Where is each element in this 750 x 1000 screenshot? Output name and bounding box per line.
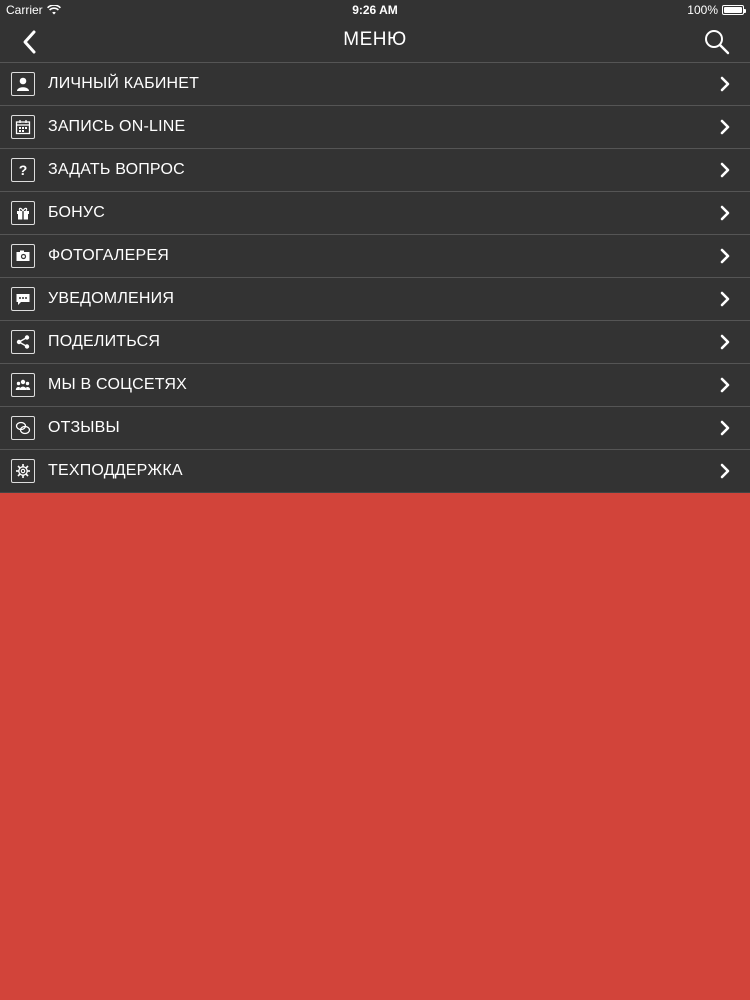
chevron-right-icon xyxy=(720,291,730,307)
page-title: МЕНЮ xyxy=(343,29,407,50)
menu-item-social-networks[interactable]: МЫ В СОЦСЕТЯХ xyxy=(0,363,750,406)
menu-item-label: ПОДЕЛИТЬСЯ xyxy=(48,333,161,350)
chevron-right-icon xyxy=(720,463,730,479)
status-bar: Carrier 9:26 AM 100% xyxy=(0,0,750,20)
menu-list: ЛИЧНЫЙ КАБИНЕТ ЗАПИСЬ ON-LINE ? ЗАДАТЬ В… xyxy=(0,62,750,493)
chevron-right-icon xyxy=(720,119,730,135)
search-icon[interactable] xyxy=(702,27,732,57)
menu-item-personal-account[interactable]: ЛИЧНЫЙ КАБИНЕТ xyxy=(0,62,750,105)
chevron-right-icon xyxy=(720,420,730,436)
battery-icon xyxy=(722,5,746,15)
menu-item-bonus[interactable]: БОНУС xyxy=(0,191,750,234)
menu-item-label: ЛИЧНЫЙ КАБИНЕТ xyxy=(48,75,200,92)
chevron-right-icon xyxy=(720,76,730,92)
menu-item-online-booking[interactable]: ЗАПИСЬ ON-LINE xyxy=(0,105,750,148)
chevron-right-icon xyxy=(720,205,730,221)
menu-item-label: ТЕХПОДДЕРЖКА xyxy=(48,462,183,479)
calendar-icon xyxy=(11,115,35,139)
menu-item-notifications[interactable]: УВЕДОМЛЕНИЯ xyxy=(0,277,750,320)
menu-item-label: ФОТОГАЛЕРЕЯ xyxy=(48,247,169,264)
menu-item-label: ОТЗЫВЫ xyxy=(48,419,120,436)
gear-icon xyxy=(11,459,35,483)
svg-text:?: ? xyxy=(19,162,28,178)
chevron-right-icon xyxy=(720,248,730,264)
nav-bar: МЕНЮ xyxy=(0,20,750,62)
battery-percent: 100% xyxy=(687,3,718,17)
chat-bubbles-icon xyxy=(11,416,35,440)
header-panel: Carrier 9:26 AM 100% МЕНЮ ЛИЧНЫЙ КАБИНЕТ… xyxy=(0,0,750,493)
menu-item-label: МЫ В СОЦСЕТЯХ xyxy=(48,376,188,393)
menu-item-photo-gallery[interactable]: ФОТОГАЛЕРЕЯ xyxy=(0,234,750,277)
status-time: 9:26 AM xyxy=(352,3,398,17)
chevron-right-icon xyxy=(720,334,730,350)
menu-item-tech-support[interactable]: ТЕХПОДДЕРЖКА xyxy=(0,449,750,493)
camera-icon xyxy=(11,244,35,268)
menu-item-share[interactable]: ПОДЕЛИТЬСЯ xyxy=(0,320,750,363)
battery-fill xyxy=(724,7,742,13)
menu-item-label: БОНУС xyxy=(48,204,106,221)
gift-icon xyxy=(11,201,35,225)
menu-item-reviews[interactable]: ОТЗЫВЫ xyxy=(0,406,750,449)
people-icon xyxy=(11,373,35,397)
message-icon xyxy=(11,287,35,311)
menu-item-label: ЗАДАТЬ ВОПРОС xyxy=(48,161,185,178)
menu-item-label: УВЕДОМЛЕНИЯ xyxy=(48,290,175,307)
battery-group: 100% xyxy=(687,3,746,17)
chevron-right-icon xyxy=(720,377,730,393)
question-icon: ? xyxy=(11,158,35,182)
menu-item-ask-question[interactable]: ? ЗАДАТЬ ВОПРОС xyxy=(0,148,750,191)
user-icon xyxy=(11,72,35,96)
share-icon xyxy=(11,330,35,354)
chevron-right-icon xyxy=(720,162,730,178)
menu-item-label: ЗАПИСЬ ON-LINE xyxy=(48,118,186,135)
